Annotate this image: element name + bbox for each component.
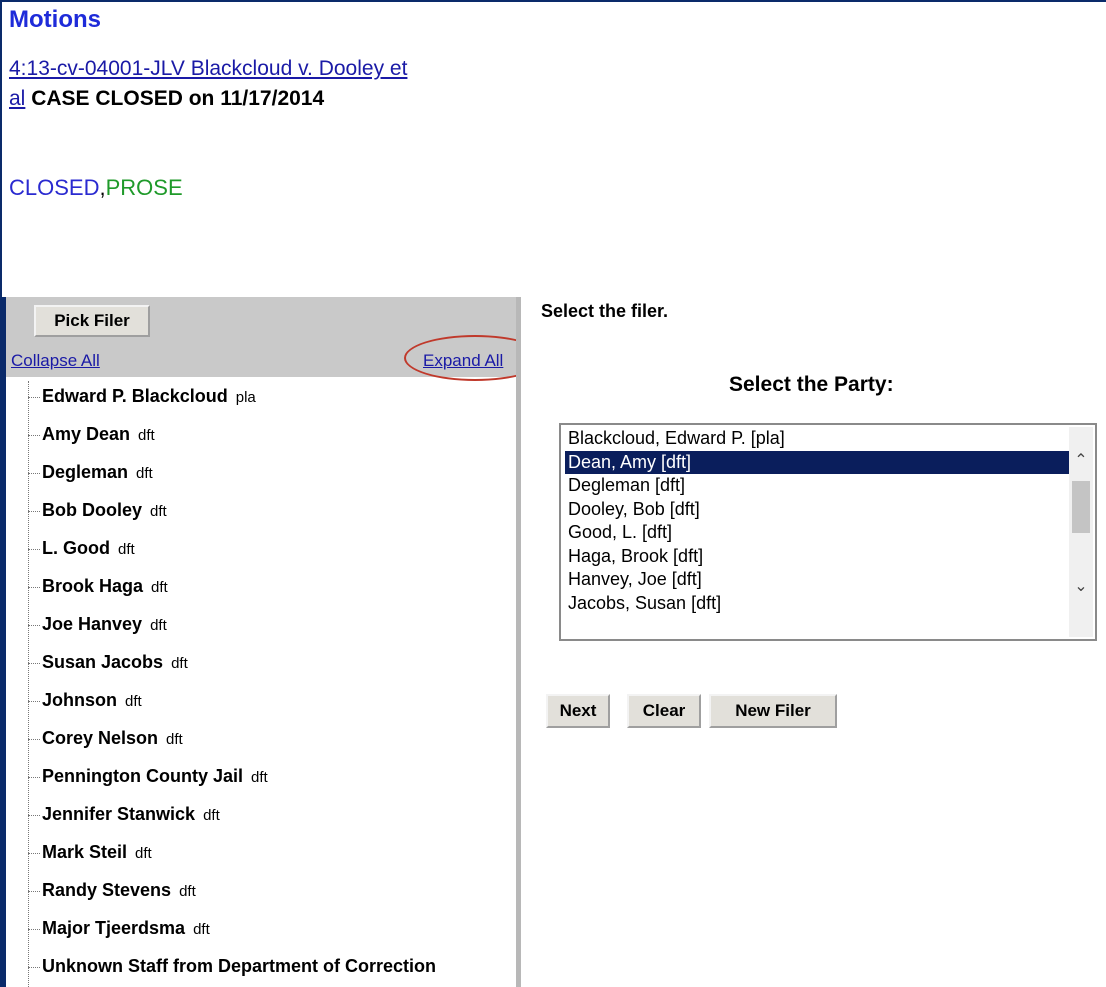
tree-connector [28,776,40,778]
party-name[interactable]: Amy Dean [42,424,130,444]
tree-item[interactable]: Edward P. Blackcloud pla [28,381,256,411]
party-role: dft [203,807,220,824]
party-role: dft [179,883,196,900]
tree-connector [28,434,40,436]
tree-connector [28,510,40,512]
tree-item[interactable]: Major Tjeerdsma dft [28,913,210,943]
flag-prose: PROSE [105,175,183,200]
party-role: dft [251,769,268,786]
party-name[interactable]: Major Tjeerdsma [42,918,185,938]
tree-connector [28,738,40,740]
flag-closed: CLOSED [9,175,100,200]
chevron-up-icon[interactable]: ⌃ [1069,449,1093,473]
tree-toolbar: Pick Filer Collapse All Expand All [6,297,546,381]
party-role: dft [135,845,152,862]
party-name[interactable]: Corey Nelson [42,728,158,748]
party-role: dft [136,465,153,482]
tree-item[interactable]: Mark Steil dft [28,837,152,867]
next-button[interactable]: Next [546,694,610,728]
party-role: dft [117,541,135,558]
tree-item[interactable]: Pennington County Jail dft [28,761,268,791]
party-option[interactable]: Blackcloud, Edward P. [pla] [565,427,1070,451]
party-option[interactable]: Haga, Brook [dft] [565,545,1070,569]
party-option[interactable]: Jacobs, Susan [dft] [565,592,1070,616]
tree-connector [28,586,40,588]
expand-all-link[interactable]: Expand All [423,351,503,371]
party-listbox[interactable]: Blackcloud, Edward P. [pla] Dean, Amy [df… [559,423,1097,641]
party-name[interactable]: L. Good [42,538,110,558]
party-name[interactable]: Unknown Staff from Department of Correct… [42,956,436,976]
tree-item[interactable]: Randy Stevens dft [28,875,196,905]
party-role: dft [138,427,155,444]
party-option[interactable]: Dean, Amy [dft] [565,450,1070,474]
tree-item[interactable]: Susan Jacobs dft [28,647,188,677]
party-options: Blackcloud, Edward P. [pla] Dean, Amy [df… [565,427,1070,615]
tree-connector [28,662,40,664]
case-flags: CLOSED,PROSE [9,175,183,201]
party-name[interactable]: Pennington County Jail [42,766,243,786]
party-tree: Edward P. Blackcloud pla Amy Dean dft Deglem… [6,377,518,987]
party-name[interactable]: Jennifer Stanwick [42,804,195,824]
party-role: dft [125,693,142,710]
party-option[interactable]: Hanvey, Joe [dft] [565,568,1070,592]
party-name[interactable]: Mark Steil [42,842,127,862]
tree-connector [28,700,40,702]
tree-item[interactable]: Joe Hanvey dft [28,609,167,639]
party-role: dft [150,617,167,634]
party-option[interactable]: Good, L. [dft] [565,521,1070,545]
tree-connector [28,548,40,550]
scroll-thumb[interactable] [1072,481,1090,533]
party-option[interactable]: Dooley, Bob [dft] [565,498,1070,522]
tree-connector [28,472,40,474]
party-role: dft [193,921,210,938]
select-party-label: Select the Party: [729,373,894,396]
party-name[interactable]: Bob Dooley [42,500,142,520]
tree-item[interactable]: Degleman dft [28,457,153,487]
tree-item[interactable]: Johnson dft [28,685,142,715]
collapse-all-link[interactable]: Collapse All [11,351,100,371]
party-name[interactable]: Randy Stevens [42,880,171,900]
party-role: pla [235,389,256,406]
tree-connector [28,814,40,816]
listbox-scrollbar[interactable]: ⌃ ⌄ [1069,427,1093,637]
tree-item[interactable]: Unknown Staff from Department of Correct… [28,951,436,981]
chevron-down-icon[interactable]: ⌄ [1069,575,1093,599]
tree-connector [28,624,40,626]
party-role: dft [150,503,167,520]
tree-connector [28,890,40,892]
party-role: dft [166,731,183,748]
party-name[interactable]: Edward P. Blackcloud [42,386,228,406]
case-header: Motions 4:13-cv-04001-JLV Blackcloud v. … [0,0,1106,297]
tree-connector [28,396,40,398]
tree-item[interactable]: Amy Dean dft [28,419,155,449]
tree-item[interactable]: L. Good dft [28,533,135,563]
tree-item[interactable]: Jennifer Stanwick dft [28,799,220,829]
tree-item[interactable]: Brook Haga dft [28,571,168,601]
tree-item[interactable]: Corey Nelson dft [28,723,183,753]
tree-connector [28,852,40,854]
party-name[interactable]: Degleman [42,462,128,482]
tree-connector [28,928,40,930]
party-option[interactable]: Degleman [dft] [565,474,1070,498]
case-status: CASE CLOSED on 11/17/2014 [31,87,325,110]
case-info: 4:13-cv-04001-JLV Blackcloud v. Dooley e… [9,54,429,114]
party-name[interactable]: Brook Haga [42,576,143,596]
pick-filer-button[interactable]: Pick Filer [34,305,150,337]
select-filer-label: Select the filer. [541,301,669,321]
page-title: Motions [9,6,101,33]
party-name[interactable]: Johnson [42,690,117,710]
party-name[interactable]: Susan Jacobs [42,652,163,672]
tree-connector [28,966,40,968]
party-select-panel: Select the filer. Select the Party: Blac… [521,297,1106,987]
new-filer-button[interactable]: New Filer [709,694,837,728]
clear-button[interactable]: Clear [627,694,701,728]
tree-item[interactable]: Bob Dooley dft [28,495,167,525]
party-role: dft [171,655,188,672]
party-name[interactable]: Joe Hanvey [42,614,142,634]
party-role: dft [151,579,168,596]
filer-tree-panel: Pick Filer Collapse All Expand All Edwar… [0,297,546,987]
